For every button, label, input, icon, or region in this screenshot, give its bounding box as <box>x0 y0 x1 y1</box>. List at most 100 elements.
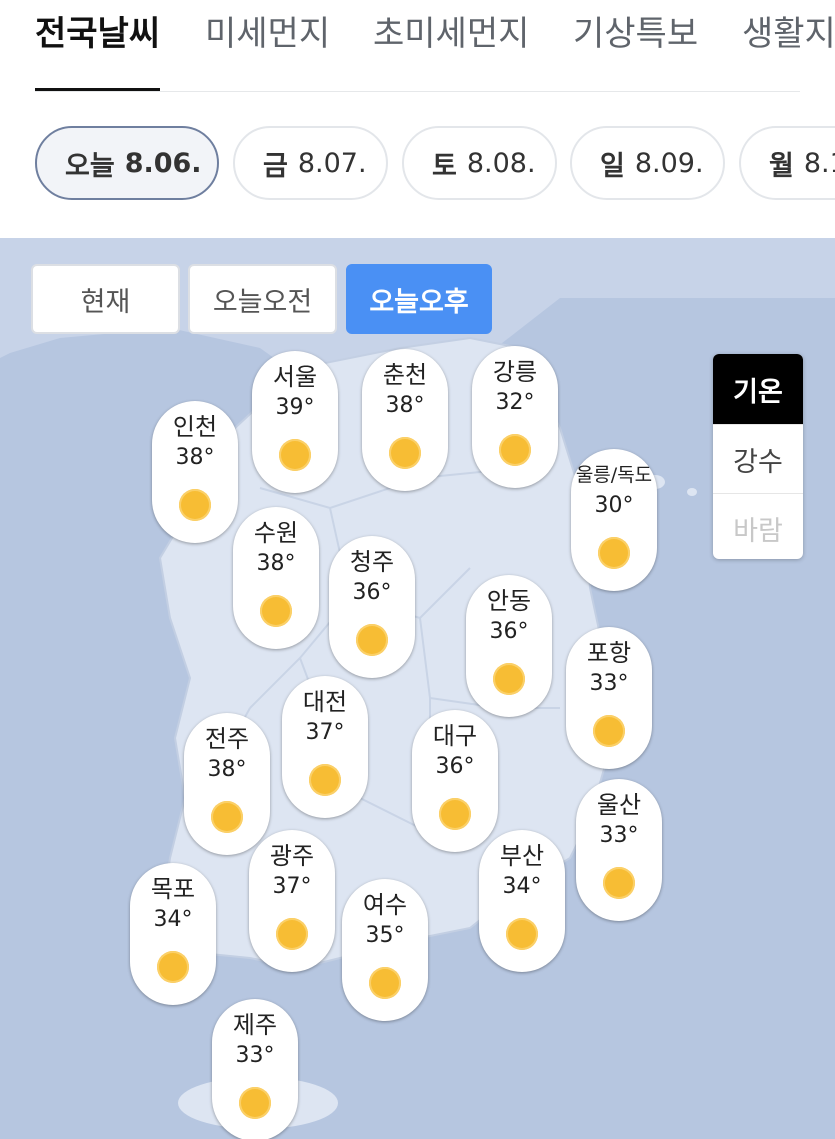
city-marker[interactable]: 울릉/독도 30° <box>571 449 657 591</box>
sun-icon <box>603 867 635 899</box>
city-name: 포항 <box>586 639 632 667</box>
city-temperature: 33° <box>599 823 639 848</box>
layer-precipitation[interactable]: 강수 <box>713 425 803 494</box>
city-temperature: 33° <box>589 671 629 696</box>
city-name: 부산 <box>499 842 545 870</box>
sun-icon <box>506 918 538 950</box>
city-marker[interactable]: 부산 34° <box>479 830 565 972</box>
date-chip-fri[interactable]: 금 8.07. <box>233 126 388 200</box>
tab-fine-dust[interactable]: 미세먼지 <box>205 6 330 55</box>
city-name: 인천 <box>172 413 218 441</box>
tab-living[interactable]: 생활지 <box>742 6 835 55</box>
date-chip-day: 금 <box>263 150 288 182</box>
city-temperature: 34° <box>153 907 193 932</box>
city-marker[interactable]: 제주 33° <box>212 999 298 1139</box>
sun-icon <box>598 537 630 569</box>
map-layer-menu: 기온 강수 바람 <box>713 354 803 559</box>
city-temperature: 39° <box>275 395 315 420</box>
city-name: 춘천 <box>382 361 428 389</box>
dokdo-island <box>687 488 697 496</box>
city-temperature: 36° <box>352 580 392 605</box>
city-marker[interactable]: 전주 38° <box>184 713 270 855</box>
time-filter-afternoon[interactable]: 오늘오후 <box>346 264 492 334</box>
city-temperature: 35° <box>365 923 405 948</box>
tab-national-weather[interactable]: 전국날씨 <box>35 6 160 55</box>
tab-ultrafine-dust[interactable]: 초미세먼지 <box>373 6 529 55</box>
date-chip-date: 8.1 <box>803 147 835 179</box>
city-temperature: 30° <box>594 493 634 518</box>
city-name: 서울 <box>272 363 318 391</box>
tab-weather-warning[interactable]: 기상특보 <box>573 6 698 55</box>
city-marker[interactable]: 수원 38° <box>233 507 319 649</box>
city-marker[interactable]: 인천 38° <box>152 401 238 543</box>
city-name: 수원 <box>253 519 299 547</box>
city-temperature: 34° <box>502 874 542 899</box>
date-chip-mon[interactable]: 월 8.1 <box>739 126 835 200</box>
city-name: 여수 <box>362 891 408 919</box>
sun-icon <box>439 798 471 830</box>
category-tabs: 전국날씨 미세먼지 초미세먼지 기상특보 생활지 <box>0 0 835 92</box>
date-chip-date: 8.09. <box>634 147 704 179</box>
city-temperature: 37° <box>272 874 312 899</box>
date-chip-day: 월 <box>769 150 794 182</box>
date-chip-date: 8.08. <box>466 147 536 179</box>
sun-icon <box>499 434 531 466</box>
date-chip-sat[interactable]: 토 8.08. <box>402 126 557 200</box>
date-selector: 오늘 8.06. 금 8.07. 토 8.08. 일 8.09. 월 8.1 <box>0 124 835 204</box>
date-chip-date: 8.06. <box>124 147 202 179</box>
sun-icon <box>260 595 292 627</box>
city-marker[interactable]: 서울 39° <box>252 351 338 493</box>
city-marker[interactable]: 대구 36° <box>412 710 498 852</box>
sun-icon <box>493 663 525 695</box>
date-chip-today[interactable]: 오늘 8.06. <box>35 126 219 200</box>
tabs-divider <box>35 91 800 92</box>
sun-icon <box>276 918 308 950</box>
city-name: 안동 <box>486 587 532 615</box>
city-marker[interactable]: 포항 33° <box>566 627 652 769</box>
city-name: 청주 <box>349 548 395 576</box>
sun-icon <box>356 624 388 656</box>
city-name: 울릉/독도 <box>575 464 653 486</box>
sun-icon <box>211 801 243 833</box>
west-island <box>184 636 196 660</box>
city-marker[interactable]: 강릉 32° <box>472 346 558 488</box>
city-marker[interactable]: 여수 35° <box>342 879 428 1021</box>
date-chip-sun[interactable]: 일 8.09. <box>570 126 725 200</box>
city-temperature: 36° <box>489 619 529 644</box>
sun-icon <box>179 489 211 521</box>
layer-wind: 바람 <box>733 515 783 547</box>
layer-temperature[interactable]: 기온 <box>713 354 803 425</box>
sun-icon <box>279 439 311 471</box>
city-marker[interactable]: 청주 36° <box>329 536 415 678</box>
city-temperature: 37° <box>305 720 345 745</box>
date-chip-day: 오늘 <box>65 150 115 182</box>
city-name: 울산 <box>596 791 642 819</box>
date-chip-day: 일 <box>600 150 625 182</box>
city-marker[interactable]: 안동 36° <box>466 575 552 717</box>
city-marker[interactable]: 울산 33° <box>576 779 662 921</box>
city-temperature: 38° <box>175 445 215 470</box>
sun-icon <box>309 764 341 796</box>
city-marker[interactable]: 춘천 38° <box>362 349 448 491</box>
date-chip-date: 8.07. <box>297 147 367 179</box>
city-name: 대구 <box>432 722 478 750</box>
city-marker[interactable]: 대전 37° <box>282 676 368 818</box>
city-marker[interactable]: 광주 37° <box>249 830 335 972</box>
city-name: 전주 <box>204 725 250 753</box>
city-temperature: 38° <box>207 757 247 782</box>
sun-icon <box>239 1087 271 1119</box>
city-name: 목포 <box>150 875 196 903</box>
city-temperature: 36° <box>435 754 475 779</box>
sun-icon <box>593 715 625 747</box>
time-filter-now[interactable]: 현재 <box>31 264 180 334</box>
city-name: 제주 <box>232 1011 278 1039</box>
weather-map[interactable]: 현재 오늘오전 오늘오후 기온 강수 바람 서울 39° 춘천 38° 강릉 32° 인천 3… <box>0 238 835 1139</box>
city-name: 대전 <box>302 688 348 716</box>
city-temperature: 33° <box>235 1043 275 1068</box>
city-temperature: 38° <box>256 551 296 576</box>
sun-icon <box>369 967 401 999</box>
time-filter-morning[interactable]: 오늘오전 <box>188 264 337 334</box>
date-chip-day: 토 <box>432 150 457 182</box>
city-marker[interactable]: 목포 34° <box>130 863 216 1005</box>
city-name: 광주 <box>269 842 315 870</box>
